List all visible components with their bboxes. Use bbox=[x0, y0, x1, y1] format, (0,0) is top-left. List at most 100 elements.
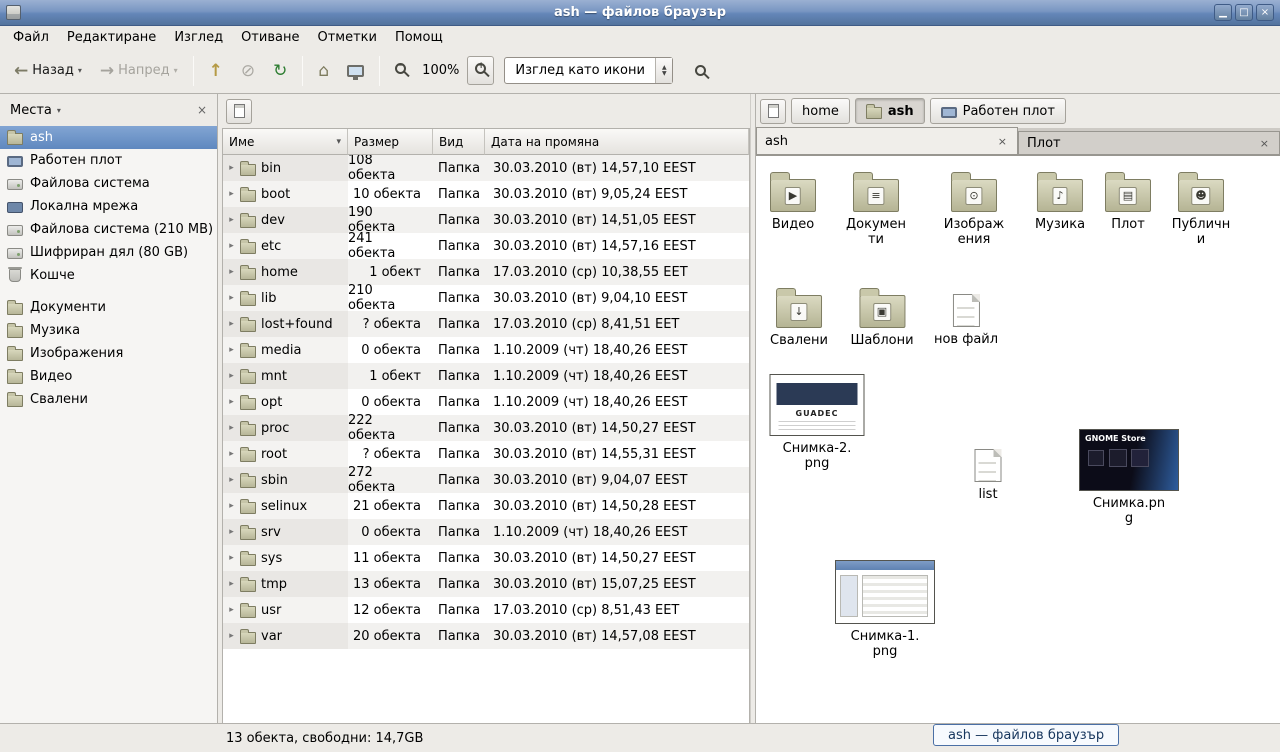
expander-icon[interactable]: ▸ bbox=[226, 501, 237, 511]
reload-button[interactable]: ↻ bbox=[265, 54, 295, 88]
column-header[interactable]: Име▾ bbox=[223, 129, 348, 155]
table-row[interactable]: ▸boot10 обектаПапка30.03.2010 (вт) 9,05,… bbox=[223, 181, 749, 207]
up-button[interactable]: ↑ bbox=[201, 57, 231, 85]
icon-view-item[interactable]: ▣Шаблони bbox=[850, 286, 913, 348]
forward-button[interactable]: → Напред ▾ bbox=[92, 56, 186, 85]
table-row[interactable]: ▸bin108 обектаПапка30.03.2010 (вт) 14,57… bbox=[223, 155, 749, 181]
tab[interactable]: Плот× bbox=[1018, 131, 1280, 154]
expander-icon[interactable]: ▸ bbox=[226, 371, 237, 381]
icon-view-item[interactable]: Снимка-1.png bbox=[835, 560, 935, 659]
icon-view-item[interactable]: нов файл bbox=[934, 288, 998, 347]
titlebar[interactable]: ash — файлов браузър ▁ □ × bbox=[0, 0, 1280, 26]
computer-button[interactable] bbox=[339, 58, 372, 84]
icon-view-item[interactable]: ▶Видео bbox=[770, 170, 816, 232]
sidebar-dropdown-icon[interactable]: ▾ bbox=[57, 106, 61, 115]
icon-view-item[interactable]: ♪Музика bbox=[1035, 170, 1085, 232]
expander-icon[interactable]: ▸ bbox=[226, 553, 237, 563]
expander-icon[interactable]: ▸ bbox=[226, 345, 237, 355]
taskbar-window-button[interactable]: ash — файлов браузър bbox=[933, 724, 1119, 746]
sidebar-item[interactable]: Шифриран дял (80 GB) bbox=[0, 241, 217, 264]
expander-icon[interactable]: ▸ bbox=[226, 189, 237, 199]
column-header[interactable]: Размер bbox=[348, 129, 433, 155]
sidebar-item[interactable]: Изображения bbox=[0, 342, 217, 365]
sidebar-item[interactable]: Локална мрежа bbox=[0, 195, 217, 218]
menu-item[interactable]: Помощ bbox=[386, 28, 452, 47]
expander-icon[interactable]: ▸ bbox=[226, 215, 237, 225]
expander-icon[interactable]: ▸ bbox=[226, 423, 237, 433]
table-row[interactable]: ▸dev190 обектаПапка30.03.2010 (вт) 14,51… bbox=[223, 207, 749, 233]
expander-icon[interactable]: ▸ bbox=[226, 241, 237, 251]
table-row[interactable]: ▸etc241 обектаПапка30.03.2010 (вт) 14,57… bbox=[223, 233, 749, 259]
sidebar-item[interactable]: Кошче bbox=[0, 264, 217, 287]
sidebar-title[interactable]: Места bbox=[10, 103, 52, 118]
icon-view-item[interactable]: ⊙Изображения bbox=[942, 170, 1006, 247]
icon-view-item[interactable]: ≡Документи bbox=[844, 170, 908, 247]
back-button[interactable]: ← Назад ▾ bbox=[6, 56, 90, 85]
sidebar-item[interactable]: Файлова система bbox=[0, 172, 217, 195]
sidebar-item[interactable]: Работен плот bbox=[0, 149, 217, 172]
menu-item[interactable]: Файл bbox=[4, 28, 58, 47]
tab-close-icon[interactable]: × bbox=[1258, 137, 1271, 150]
zoom-out-button[interactable]: − bbox=[387, 56, 414, 85]
table-row[interactable]: ▸mnt1 обектПапка1.10.2009 (чт) 18,40,26 … bbox=[223, 363, 749, 389]
table-row[interactable]: ▸sbin272 обектаПапка30.03.2010 (вт) 9,04… bbox=[223, 467, 749, 493]
tab[interactable]: ash× bbox=[756, 127, 1018, 154]
search-button[interactable] bbox=[685, 57, 716, 84]
table-row[interactable]: ▸sys11 обектаПапка30.03.2010 (вт) 14,50,… bbox=[223, 545, 749, 571]
icon-view-item[interactable]: GNOME StoreСнимка.png bbox=[1079, 429, 1179, 526]
close-button[interactable]: × bbox=[1256, 4, 1274, 21]
expander-icon[interactable]: ▸ bbox=[226, 449, 237, 459]
table-row[interactable]: ▸media0 обектаПапка1.10.2009 (чт) 18,40,… bbox=[223, 337, 749, 363]
icon-view-item[interactable]: list bbox=[975, 443, 1002, 502]
table-row[interactable]: ▸lib210 обектаПапка30.03.2010 (вт) 9,04,… bbox=[223, 285, 749, 311]
sidebar-item[interactable]: Документи bbox=[0, 296, 217, 319]
expander-icon[interactable]: ▸ bbox=[226, 293, 237, 303]
tab-close-icon[interactable]: × bbox=[996, 135, 1009, 148]
menu-item[interactable]: Изглед bbox=[165, 28, 232, 47]
menu-item[interactable]: Отметки bbox=[308, 28, 385, 47]
table-row[interactable]: ▸srv0 обектаПапка1.10.2009 (чт) 18,40,26… bbox=[223, 519, 749, 545]
home-button[interactable]: ⌂ bbox=[310, 54, 337, 88]
table-row[interactable]: ▸tmp13 обектаПапка30.03.2010 (вт) 15,07,… bbox=[223, 571, 749, 597]
pane-location-button[interactable] bbox=[760, 99, 786, 124]
sidebar-item[interactable]: Видео bbox=[0, 365, 217, 388]
icon-view-item[interactable]: GUADECСнимка-2.png bbox=[770, 374, 865, 471]
breadcrumb-button[interactable]: Работен плот bbox=[930, 98, 1066, 124]
expander-icon[interactable]: ▸ bbox=[226, 579, 237, 589]
column-header[interactable]: Дата на промяна bbox=[485, 129, 749, 155]
sidebar-item[interactable]: Музика bbox=[0, 319, 217, 342]
expander-icon[interactable]: ▸ bbox=[226, 163, 237, 173]
sidebar-close-icon[interactable]: × bbox=[197, 103, 207, 117]
sidebar-item[interactable]: ash bbox=[0, 126, 217, 149]
table-row[interactable]: ▸var20 обектаПапка30.03.2010 (вт) 14,57,… bbox=[223, 623, 749, 649]
expander-icon[interactable]: ▸ bbox=[226, 605, 237, 615]
table-row[interactable]: ▸lost+found? обектаПапка17.03.2010 (ср) … bbox=[223, 311, 749, 337]
column-header[interactable]: Вид bbox=[433, 129, 485, 155]
expander-icon[interactable]: ▸ bbox=[226, 267, 237, 277]
table-row[interactable]: ▸opt0 обектаПапка1.10.2009 (чт) 18,40,26… bbox=[223, 389, 749, 415]
breadcrumb-button[interactable]: ash bbox=[855, 98, 925, 124]
table-row[interactable]: ▸home1 обектПапка17.03.2010 (ср) 10,38,5… bbox=[223, 259, 749, 285]
expander-icon[interactable]: ▸ bbox=[226, 397, 237, 407]
menu-item[interactable]: Отиване bbox=[232, 28, 308, 47]
minimize-button[interactable]: ▁ bbox=[1214, 4, 1232, 21]
table-row[interactable]: ▸root? обектаПапка30.03.2010 (вт) 14,55,… bbox=[223, 441, 749, 467]
table-row[interactable]: ▸usr12 обектаПапка17.03.2010 (ср) 8,51,4… bbox=[223, 597, 749, 623]
expander-icon[interactable]: ▸ bbox=[226, 631, 237, 641]
menu-item[interactable]: Редактиране bbox=[58, 28, 165, 47]
stop-button[interactable]: ⊘ bbox=[233, 54, 263, 88]
zoom-in-button[interactable]: + bbox=[467, 56, 494, 85]
icon-view-item[interactable]: ☻Публични bbox=[1169, 170, 1233, 247]
back-dropdown-icon[interactable]: ▾ bbox=[78, 66, 82, 75]
pane-location-button[interactable] bbox=[226, 99, 252, 124]
icon-view-item[interactable]: ↓Свалени bbox=[770, 286, 828, 348]
expander-icon[interactable]: ▸ bbox=[226, 475, 237, 485]
view-mode-spinner[interactable]: ▲ ▼ bbox=[655, 58, 672, 83]
expander-icon[interactable]: ▸ bbox=[226, 319, 237, 329]
sidebar-item[interactable]: Файлова система (210 MB) bbox=[0, 218, 217, 241]
breadcrumb-button[interactable]: home bbox=[791, 98, 850, 124]
maximize-button[interactable]: □ bbox=[1235, 4, 1253, 21]
sidebar-item[interactable]: Свалени bbox=[0, 388, 217, 411]
table-row[interactable]: ▸proc222 обектаПапка30.03.2010 (вт) 14,5… bbox=[223, 415, 749, 441]
table-row[interactable]: ▸selinux21 обектаПапка30.03.2010 (вт) 14… bbox=[223, 493, 749, 519]
